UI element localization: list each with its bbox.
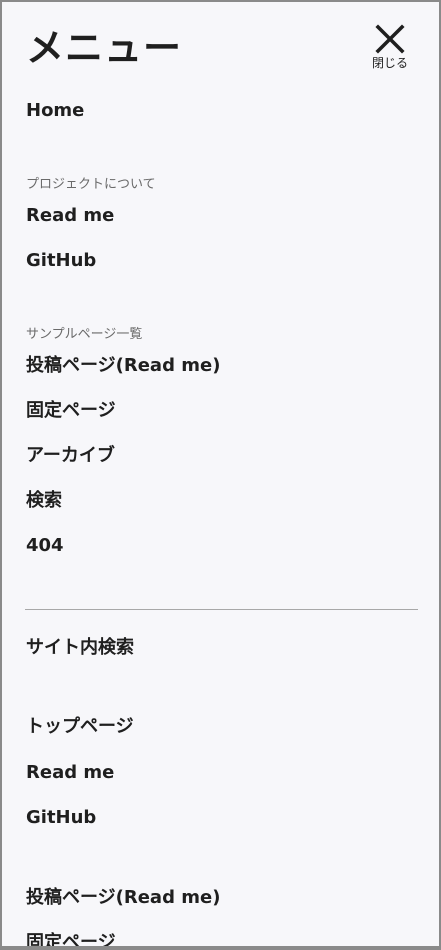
nav-link-404[interactable]: 404 (26, 535, 64, 557)
footer-link-github[interactable]: GitHub (26, 807, 96, 829)
footer-link-fixed-page[interactable]: 固定ページ (26, 932, 116, 946)
footer-link-top-page[interactable]: トップページ (26, 716, 134, 738)
menu-title: メニュー (26, 26, 183, 70)
close-label: 閉じる (371, 56, 408, 70)
nav-link-archive[interactable]: アーカイブ (26, 445, 115, 467)
section-label-project: プロジェクトについて (26, 177, 156, 192)
close-button[interactable]: 閉じる (364, 24, 416, 76)
nav-link-github[interactable]: GitHub (26, 250, 96, 272)
nav-link-home[interactable]: Home (26, 100, 84, 122)
nav-link-readme[interactable]: Read me (26, 205, 114, 227)
footer-link-post-page[interactable]: 投稿ページ(Read me) (26, 887, 220, 909)
section-label-samples: サンプルページ一覧 (26, 327, 143, 342)
menu-divider (25, 609, 418, 610)
nav-link-search[interactable]: 検索 (26, 490, 62, 512)
menu-drawer: メニュー 閉じる Home プロジェクトについて Read me GitHub … (2, 2, 439, 946)
close-icon (375, 24, 405, 54)
nav-link-post-page[interactable]: 投稿ページ(Read me) (26, 355, 220, 377)
site-search-link[interactable]: サイト内検索 (26, 637, 134, 659)
nav-link-fixed-page[interactable]: 固定ページ (26, 400, 116, 422)
footer-link-readme[interactable]: Read me (26, 762, 114, 784)
